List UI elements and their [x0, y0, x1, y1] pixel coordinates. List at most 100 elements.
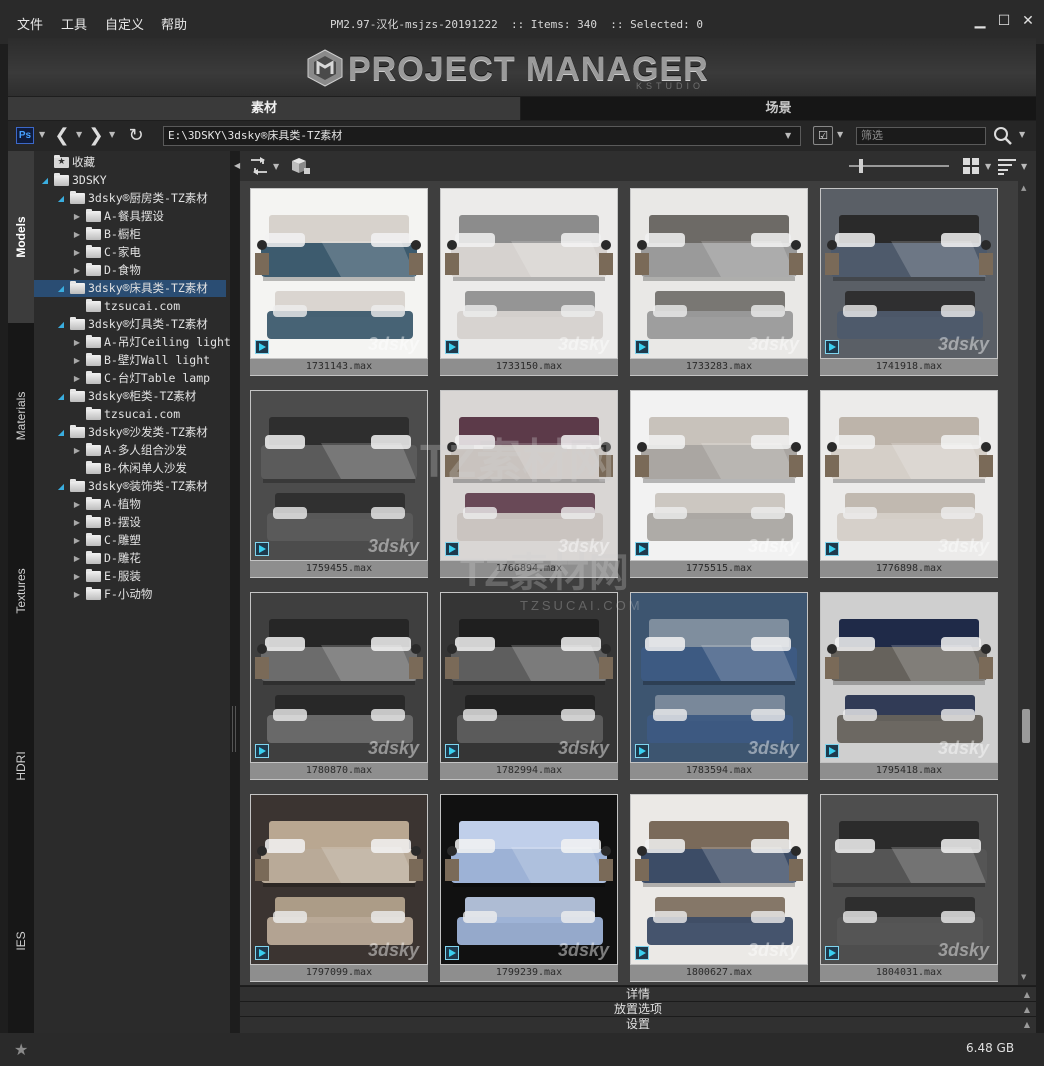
asset-thumbnail[interactable]: 3dsky: [821, 593, 997, 762]
expand-arrow-icon[interactable]: ◢: [40, 172, 50, 189]
chevron-down-icon[interactable]: ▼: [273, 162, 279, 171]
asset-thumbnail[interactable]: 3dsky: [631, 391, 807, 560]
asset-card[interactable]: 3dsky 1795418.max: [820, 592, 998, 780]
chevron-down-icon[interactable]: ▼: [785, 131, 791, 140]
asset-card[interactable]: 3dsky 1776898.max: [820, 390, 998, 578]
collapse-arrow-icon[interactable]: ▶: [72, 208, 82, 225]
tree-node[interactable]: ▶ C-家电: [34, 244, 230, 261]
collapse-left-icon[interactable]: ◀: [234, 161, 240, 170]
scroll-up-icon[interactable]: ▲: [1021, 184, 1026, 192]
asset-card[interactable]: 3dsky 1759455.max: [250, 390, 428, 578]
scrollbar-thumb[interactable]: [1022, 709, 1030, 743]
chevron-down-icon[interactable]: ▼: [1021, 162, 1027, 171]
refresh-icon[interactable]: ↻: [126, 126, 146, 146]
expand-arrow-icon[interactable]: ◢: [56, 478, 66, 495]
asset-thumbnail[interactable]: 3dsky: [631, 795, 807, 964]
minimize-icon[interactable]: ▁: [971, 12, 989, 30]
tree-node[interactable]: ▶ A-植物: [34, 496, 230, 513]
tree-node[interactable]: ◢ 3DSKY: [34, 172, 230, 189]
collapse-arrow-icon[interactable]: ▶: [72, 496, 82, 513]
tree-node[interactable]: ▶ A-多人组合沙发: [34, 442, 230, 459]
sync-icon[interactable]: [248, 156, 270, 176]
asset-thumbnail[interactable]: 3dsky: [251, 593, 427, 762]
asset-card[interactable]: 3dsky 1780870.max: [250, 592, 428, 780]
asset-card[interactable]: 3dsky 1733283.max: [630, 188, 808, 376]
tree-node[interactable]: ◢ 3dsky®床具类-TZ素材: [34, 280, 226, 297]
asset-card[interactable]: 3dsky 1800627.max: [630, 794, 808, 982]
asset-thumbnail[interactable]: 3dsky: [441, 189, 617, 358]
expand-arrow-icon[interactable]: ◢: [56, 316, 66, 333]
tree-node[interactable]: ▶ D-雕花: [34, 550, 230, 567]
collapse-arrow-icon[interactable]: ▶: [72, 550, 82, 567]
asset-card[interactable]: 3dsky 1775515.max: [630, 390, 808, 578]
grid-view-icon[interactable]: [963, 158, 980, 175]
asset-thumbnail[interactable]: 3dsky: [251, 189, 427, 358]
tab-assets[interactable]: 素材: [8, 97, 520, 120]
menu-file[interactable]: 文件: [17, 14, 43, 33]
tree-node[interactable]: ▶ B-橱柜: [34, 226, 230, 243]
asset-card[interactable]: 3dsky 1799239.max: [440, 794, 618, 982]
asset-thumbnail[interactable]: 3dsky: [631, 189, 807, 358]
asset-thumbnail[interactable]: 3dsky: [821, 391, 997, 560]
scroll-down-icon[interactable]: ▼: [1021, 973, 1026, 981]
asset-thumbnail[interactable]: 3dsky: [631, 593, 807, 762]
tree-node[interactable]: tzsucai.com: [34, 406, 230, 423]
collapse-arrow-icon[interactable]: ▶: [72, 370, 82, 387]
asset-thumbnail[interactable]: 3dsky: [821, 189, 997, 358]
star-icon[interactable]: ★: [14, 1040, 28, 1059]
collapse-arrow-icon[interactable]: ▶: [72, 532, 82, 549]
splitter-handle[interactable]: [230, 151, 239, 1033]
package-icon[interactable]: [290, 156, 312, 176]
tab-scenes[interactable]: 场景: [521, 97, 1036, 120]
collapse-arrow-icon[interactable]: ▶: [72, 442, 82, 459]
side-tab-hdri[interactable]: HDRI: [8, 681, 34, 851]
collapse-arrow-icon[interactable]: ▶: [72, 352, 82, 369]
collapse-arrow-icon[interactable]: ▶: [72, 586, 82, 603]
asset-card[interactable]: 3dsky 1804031.max: [820, 794, 998, 982]
chevron-down-icon[interactable]: ▼: [109, 130, 115, 139]
path-input[interactable]: E:\3DSKY\3dsky®床具类-TZ素材: [163, 126, 801, 146]
tree-node[interactable]: ◢ 3dsky®厨房类-TZ素材: [34, 190, 230, 207]
expand-arrow-icon[interactable]: ◢: [56, 424, 66, 441]
collapse-arrow-icon[interactable]: ▶: [72, 334, 82, 351]
tree-node[interactable]: ▶ F-小动物: [34, 586, 230, 603]
asset-thumbnail[interactable]: 3dsky: [251, 391, 427, 560]
asset-thumbnail[interactable]: 3dsky: [441, 593, 617, 762]
tree-node[interactable]: ▶ A-餐具摆设: [34, 208, 230, 225]
panel-placement-options[interactable]: 放置选项 ▲: [240, 1001, 1036, 1016]
tree-node[interactable]: ▶ C-台灯Table lamp: [34, 370, 230, 387]
collapse-arrow-icon[interactable]: ▶: [72, 244, 82, 261]
tree-node[interactable]: ★ 收藏: [34, 154, 230, 171]
expand-arrow-icon[interactable]: ◢: [56, 190, 66, 207]
collapse-arrow-icon[interactable]: ▶: [72, 226, 82, 243]
panel-details[interactable]: 详情 ▲: [240, 986, 1036, 1001]
slider-handle[interactable]: [859, 159, 863, 173]
panel-settings[interactable]: 设置 ▲: [240, 1016, 1036, 1033]
close-icon[interactable]: ✕: [1019, 12, 1037, 30]
asset-card[interactable]: 3dsky 1782994.max: [440, 592, 618, 780]
chevron-down-icon[interactable]: ▼: [837, 130, 843, 139]
asset-thumbnail[interactable]: 3dsky: [441, 795, 617, 964]
asset-card[interactable]: 3dsky 1733150.max: [440, 188, 618, 376]
filter-checklist-icon[interactable]: ☑: [813, 126, 833, 145]
tree-node[interactable]: tzsucai.com: [34, 298, 230, 315]
asset-card[interactable]: 3dsky 1741918.max: [820, 188, 998, 376]
tree-node[interactable]: ◢ 3dsky®装饰类-TZ素材: [34, 478, 230, 495]
tree-node[interactable]: ▶ E-服装: [34, 568, 230, 585]
collapse-arrow-icon[interactable]: ▶: [72, 262, 82, 279]
thumbnail-size-slider[interactable]: [849, 165, 949, 167]
asset-card[interactable]: 3dsky 1783594.max: [630, 592, 808, 780]
grid-scrollbar[interactable]: ▲ ▼: [1018, 181, 1036, 985]
back-icon[interactable]: ❮: [54, 126, 70, 146]
asset-card[interactable]: 3dsky 1766894.max: [440, 390, 618, 578]
tree-node[interactable]: B-休闲单人沙发: [34, 460, 230, 477]
tree-node[interactable]: ▶ B-摆设: [34, 514, 230, 531]
photoshop-icon[interactable]: Ps: [16, 127, 34, 144]
tree-node[interactable]: ◢ 3dsky®沙发类-TZ素材: [34, 424, 230, 441]
filter-input[interactable]: 筛选: [856, 127, 986, 145]
search-icon[interactable]: [992, 125, 1014, 147]
chevron-down-icon[interactable]: ▼: [76, 130, 82, 139]
maximize-icon[interactable]: ☐: [995, 12, 1013, 30]
collapse-arrow-icon[interactable]: ▶: [72, 514, 82, 531]
tree-node[interactable]: ▶ D-食物: [34, 262, 230, 279]
